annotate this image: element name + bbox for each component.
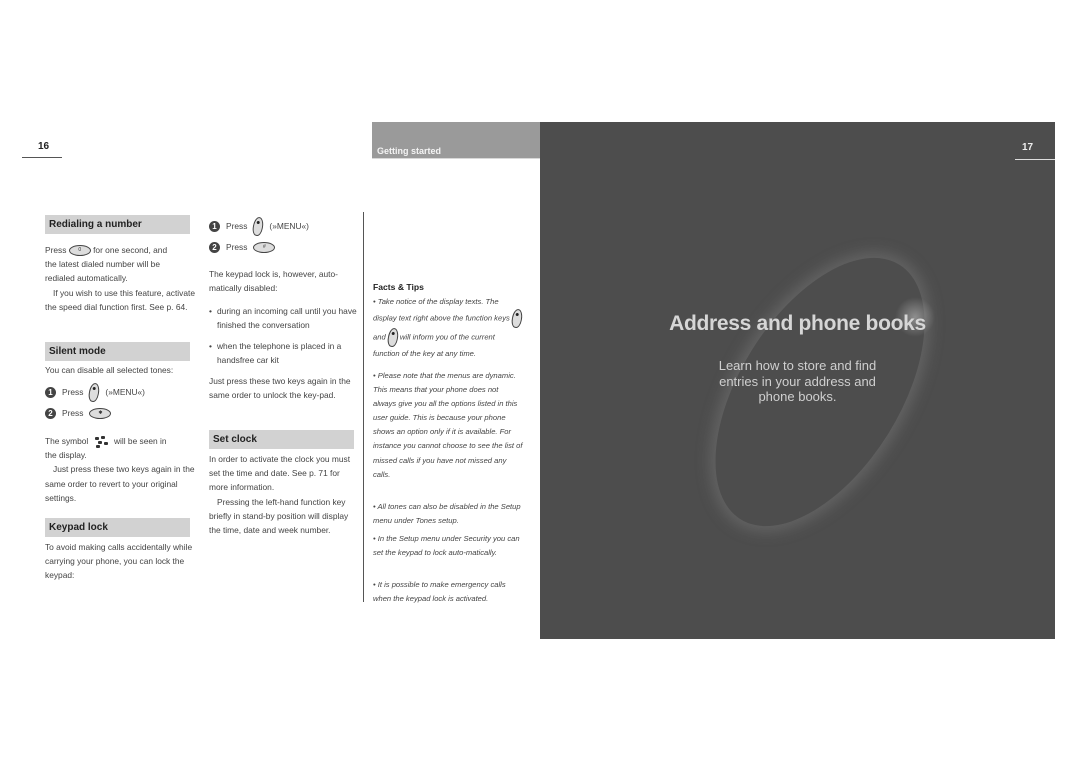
hash-key-icon: # xyxy=(253,241,276,253)
menu-key-icon xyxy=(251,215,265,237)
step-number-2: 2 xyxy=(45,407,56,419)
step-text: Press xyxy=(226,221,248,231)
tip1-and: and xyxy=(373,332,386,342)
redialing-line3: redialed automatically. xyxy=(45,273,128,284)
silent-symbol-icon xyxy=(94,435,109,448)
set-clock-para2: Pressing the left-hand function key brie… xyxy=(209,496,349,536)
step-number-1: 1 xyxy=(45,386,56,398)
page-number-rule-right xyxy=(1015,159,1055,160)
heading-keypad-lock: Keypad lock xyxy=(45,518,190,537)
symbol-line2: the display. xyxy=(45,450,87,461)
step-text: Press xyxy=(226,242,248,252)
keypad-step-2: 2 Press # xyxy=(209,238,276,256)
tip1-keys: keys xyxy=(494,313,510,323)
bullet-handsfree: when the telephone is placed in a handsf… xyxy=(209,339,357,367)
subtitle-line: Learn how to store and find xyxy=(718,358,877,373)
heading-redialing: Redialing a number xyxy=(45,215,190,234)
tip-display-texts: • Take notice of the display texts. The … xyxy=(373,295,524,361)
redialing-para2: If you wish to use this feature, activat… xyxy=(45,287,195,312)
silent-step-2: 2 Press ✱ xyxy=(45,404,112,422)
step-text: Press xyxy=(62,387,84,397)
silent-revert-text: Just press these two keys again in the s… xyxy=(45,464,195,503)
unlock-text: Just press these two keys again in the s… xyxy=(209,376,351,401)
tip-dynamic-menus: • Please note that the menus are dynamic… xyxy=(373,371,523,479)
redialing-line1: for one second, and xyxy=(93,245,168,255)
tip-tones-setup: • All tones can also be disabled in the … xyxy=(373,502,521,526)
set-clock-para1: In order to activate the clock you must … xyxy=(209,454,351,493)
symbol-after: will be seen in xyxy=(113,436,167,446)
silent-step-1: 1 Press (»MENU«) xyxy=(45,381,145,403)
auto-disabled-text: The keypad lock is, however, auto-matica… xyxy=(209,269,338,294)
bullet-incoming-call: during an incoming call until you have f… xyxy=(209,304,357,332)
redialing-text: Press 0 for one second, and the latest d… xyxy=(45,243,195,314)
menu-label: (»MENU«) xyxy=(105,387,145,397)
step-number-2: 2 xyxy=(209,241,220,253)
symbol-before: The symbol xyxy=(45,436,89,446)
silent-intro: You can disable all selected tones: xyxy=(45,365,174,375)
keypad-step-1: 1 Press (»MENU«) xyxy=(209,215,309,237)
chapter-subtitle: Learn how to store and find entries in y… xyxy=(540,358,1055,405)
heading-set-clock: Set clock xyxy=(209,430,354,449)
redialing-line2: the latest dialed number will be xyxy=(45,259,160,270)
facts-tips-title: Facts & Tips xyxy=(373,282,424,292)
heading-silent-mode: Silent mode xyxy=(45,342,190,361)
menu-label: (»MENU«) xyxy=(269,221,309,231)
chapter-title-panel: 17 Address and phone books Learn how to … xyxy=(540,122,1055,639)
page-number-left: 16 xyxy=(38,141,50,152)
step-text: Press xyxy=(62,408,84,418)
step-number-1: 1 xyxy=(209,220,220,232)
tip-security-lock: • In the Setup menu under Security you c… xyxy=(373,534,520,558)
page-number-rule-left xyxy=(22,157,62,158)
set-clock-text: In order to activate the clock you must … xyxy=(209,452,357,537)
left-function-key-icon xyxy=(510,308,524,329)
tip-emergency-calls: • It is possible to make emergency calls… xyxy=(373,580,506,604)
press-word: Press xyxy=(45,245,67,255)
page-number-right: 17 xyxy=(1022,142,1034,153)
subtitle-line: entries in your address and xyxy=(719,373,876,389)
redial-key-icon: 0 xyxy=(68,245,91,257)
keypad-intro: To avoid making calls accidentally while… xyxy=(45,542,193,581)
star-key-icon: ✱ xyxy=(89,407,112,419)
right-function-key-icon xyxy=(386,327,400,348)
silent-symbol-text: The symbol will be seen in the display. … xyxy=(45,434,195,505)
chapter-title: Address and phone books xyxy=(669,312,926,335)
column-divider xyxy=(363,212,364,602)
tip1-part-a: • Take notice of the display texts. The … xyxy=(373,297,499,323)
subtitle-line: phone books. xyxy=(758,389,837,404)
menu-key-icon xyxy=(87,381,101,403)
section-label-getting-started: Getting started xyxy=(372,122,540,159)
